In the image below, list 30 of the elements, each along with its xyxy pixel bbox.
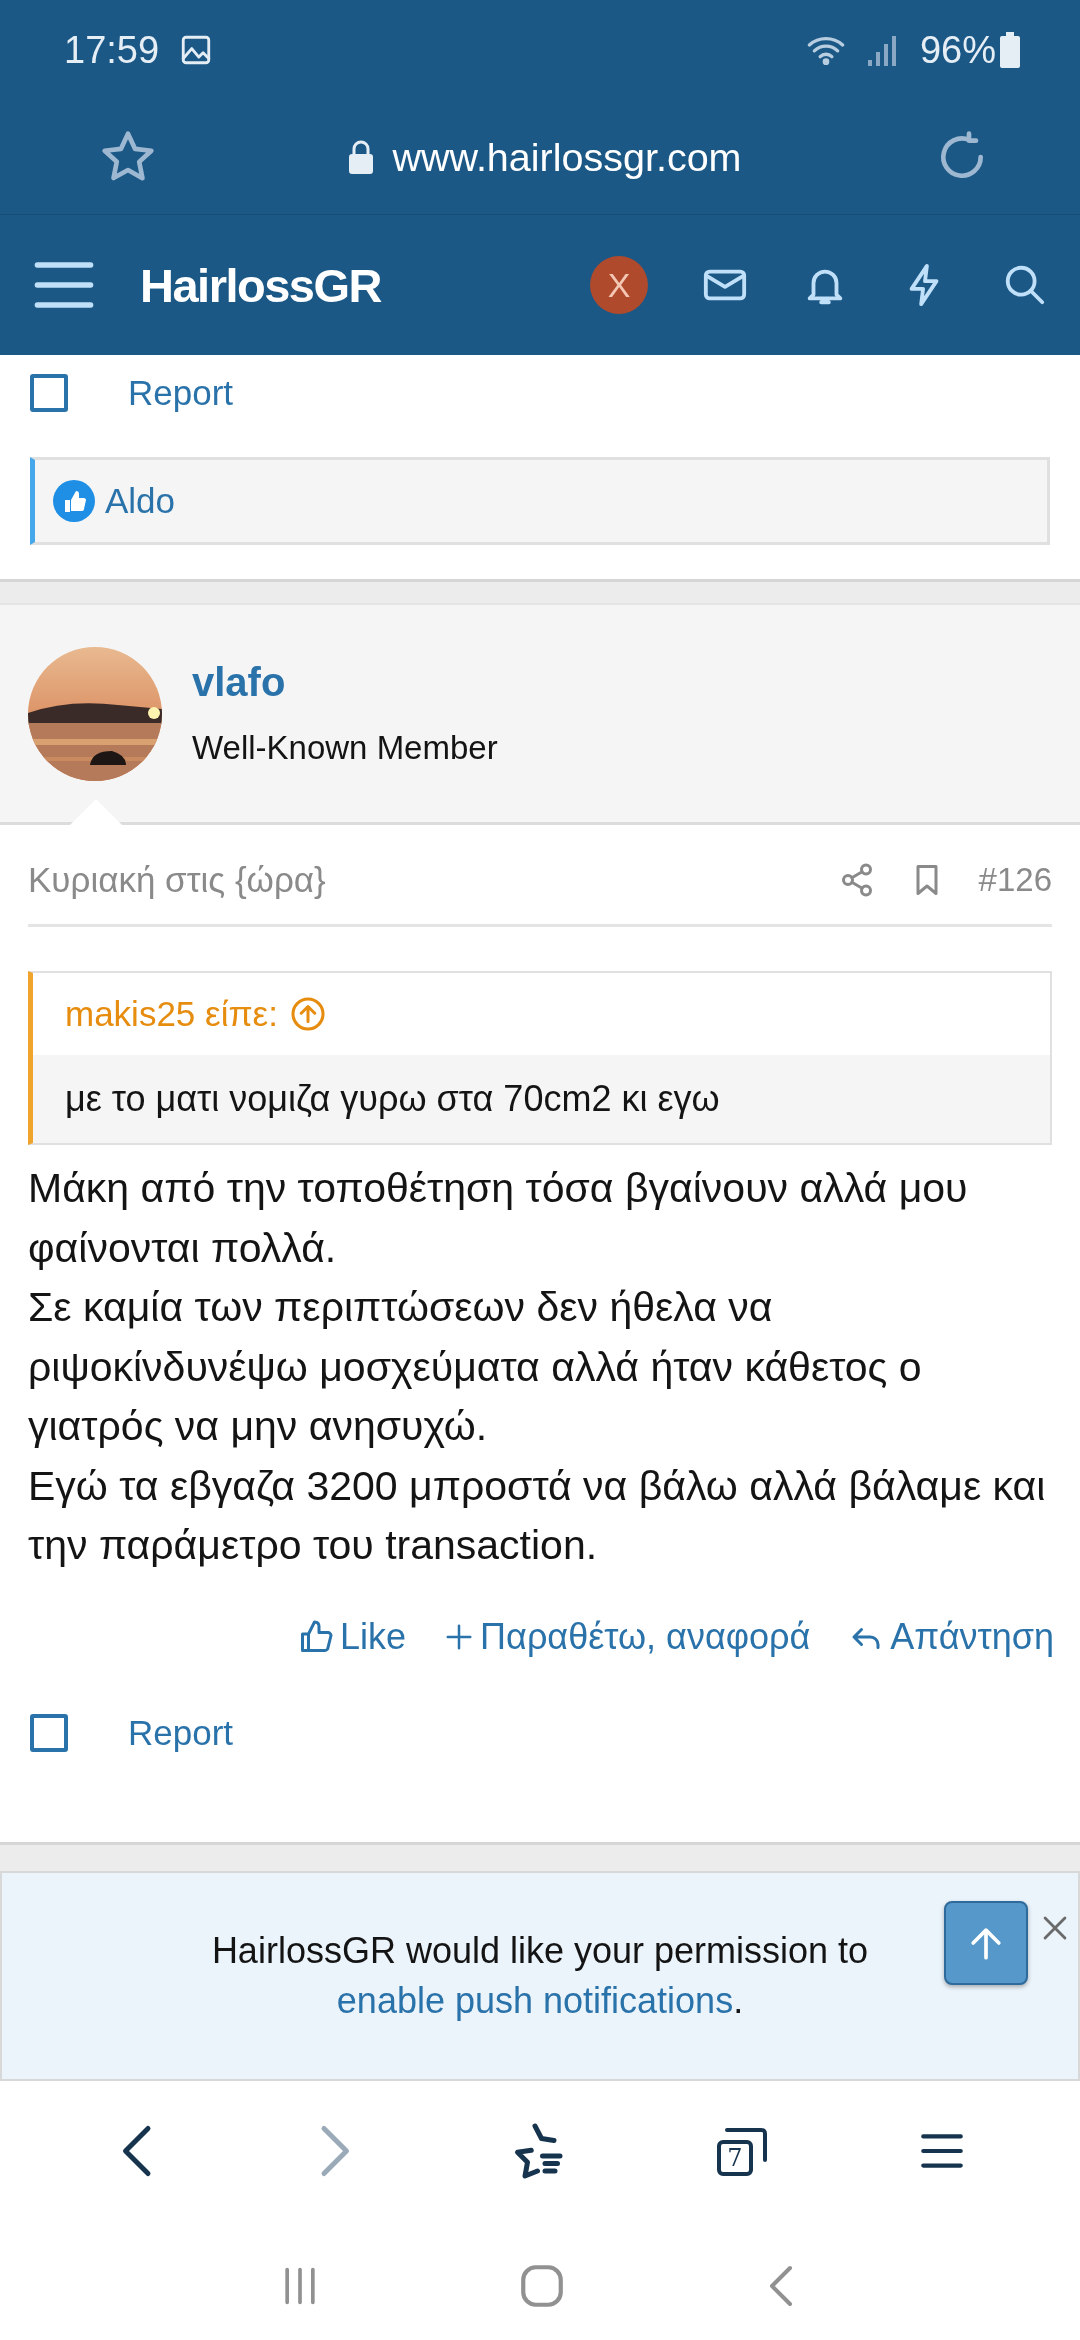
battery-icon [1000, 32, 1020, 68]
reply-action[interactable]: Απάντηση [848, 1615, 1054, 1658]
scroll-top-button[interactable] [944, 1900, 1028, 1985]
battery-percent: 96% [919, 28, 996, 72]
url-text[interactable]: www.hairlossgr.com [392, 134, 742, 180]
report-checkbox[interactable] [30, 374, 68, 412]
report-link[interactable]: Report [128, 1712, 234, 1753]
report-link[interactable]: Report [128, 373, 234, 413]
author-name[interactable]: vlafo [192, 660, 498, 705]
post-number[interactable]: #126 [978, 860, 1052, 899]
post-paragraph: Σε καμία των περιπτώσεων δεν ήθελα να ριψοκίνδυνέψω μοσχεύματα αλλά ήταν κάθετος ο γιατρός να μην ανησυχώ. [28, 1283, 923, 1451]
quote-text: με το ματι νομιζα γυρω στα 70cm2 κι εγω [65, 1078, 720, 1120]
quote-action[interactable]: Παραθέτω, αναφορά [444, 1615, 811, 1658]
like-action[interactable]: Like [298, 1615, 407, 1658]
arrow-up-circle-icon[interactable] [289, 996, 326, 1032]
like-icon [53, 480, 95, 522]
post-paragraph: Εγώ τα εβγαζα 3200 μπροστά να βάλω αλλά βάλαμε και την παράμετρο του transaction. [28, 1461, 1047, 1570]
reaction-user-link[interactable]: Aldo [105, 481, 176, 521]
enable-push-link[interactable]: enable push notifications [336, 1979, 734, 2021]
thumbs-up-icon [298, 1618, 335, 1655]
author-role: Well-Known Member [192, 729, 498, 767]
quote-author[interactable]: makis25 είπε: [65, 994, 278, 1034]
user-avatar[interactable]: X [590, 256, 648, 314]
post-date[interactable]: Κυριακή στις {ώρα} [28, 859, 326, 900]
status-time: 17:59 [64, 28, 160, 72]
tabs-button[interactable]: 7 [711, 2125, 771, 2176]
lock-icon [348, 140, 375, 174]
post-paragraph: Μάκη από την τοποθέτηση τόσα βγαίνουν αλλά μου φαίνονται πολλά. [28, 1164, 969, 1273]
report-checkbox[interactable] [30, 1713, 68, 1752]
site-logo[interactable]: HairlossGR [140, 257, 381, 313]
